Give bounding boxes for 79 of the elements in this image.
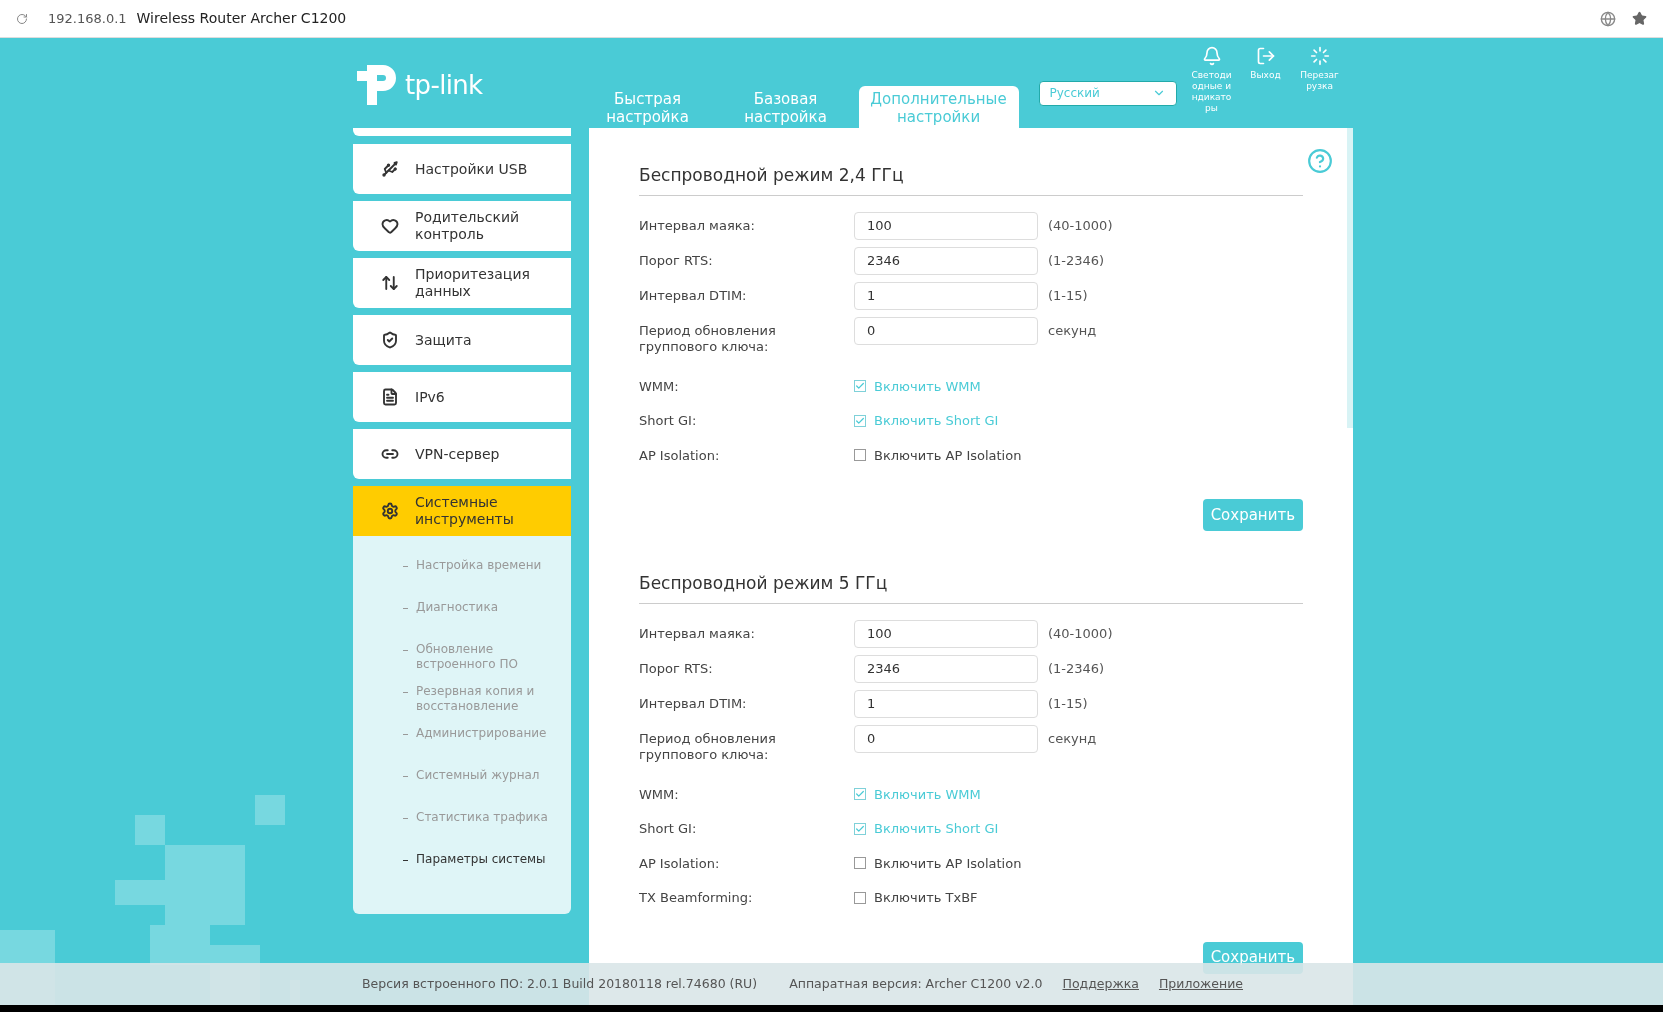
section-title: Беспроводной режим 5 ГГц bbox=[639, 571, 1303, 604]
footer-link[interactable]: Поддержка bbox=[1062, 974, 1139, 994]
reload-icon[interactable] bbox=[16, 12, 28, 25]
field-hint: (1-15) bbox=[1048, 694, 1088, 713]
shield-icon bbox=[381, 331, 399, 349]
gear-icon bbox=[381, 502, 399, 520]
checkbox[interactable] bbox=[854, 414, 866, 427]
field-label: Порог RTS: bbox=[639, 659, 714, 677]
page-title: Wireless Router Archer C1200 bbox=[136, 9, 347, 28]
dash-marker bbox=[403, 860, 408, 861]
field-hint: секунд bbox=[1048, 729, 1097, 748]
spinner-icon bbox=[1309, 46, 1330, 66]
input-field[interactable]: 2346 bbox=[854, 246, 1038, 275]
address-url[interactable]: 192.168.0.1 bbox=[48, 8, 127, 29]
sidebar-item[interactable]: Приоритезация данных bbox=[353, 258, 571, 308]
dash-marker bbox=[403, 734, 408, 735]
input-field[interactable]: 2346 bbox=[854, 654, 1038, 683]
help-icon[interactable] bbox=[1307, 148, 1333, 174]
dash-marker bbox=[403, 692, 408, 693]
logo-text: tp-link bbox=[405, 68, 483, 102]
globe-icon[interactable] bbox=[1600, 10, 1616, 27]
input-field[interactable]: 1 bbox=[854, 689, 1038, 718]
option-label: Short GI: bbox=[639, 412, 698, 430]
checkbox-label[interactable]: Включить AP Isolation bbox=[874, 853, 1022, 873]
checkbox[interactable] bbox=[854, 891, 866, 904]
section-title: Беспроводной режим 2,4 ГГц bbox=[639, 163, 1303, 196]
field-hint: (40-1000) bbox=[1048, 624, 1113, 643]
dash-marker bbox=[403, 566, 408, 567]
submenu-link[interactable]: Параметры системы bbox=[403, 852, 571, 894]
dash-marker bbox=[403, 776, 408, 777]
sidebar-item[interactable]: Родительский контроль bbox=[353, 201, 571, 251]
bookmark-star-icon[interactable] bbox=[1632, 11, 1647, 26]
field-label: Интервал DTIM: bbox=[639, 286, 748, 304]
option-label: WMM: bbox=[639, 377, 680, 396]
field-hint: (1-2346) bbox=[1048, 659, 1105, 678]
sidebar-item[interactable]: Защита bbox=[353, 315, 571, 365]
field-label: Интервал маяка: bbox=[639, 624, 756, 642]
input-field[interactable]: 100 bbox=[854, 211, 1038, 240]
input-field[interactable]: 100 bbox=[854, 619, 1038, 648]
checkbox[interactable] bbox=[854, 380, 866, 393]
option-label: WMM: bbox=[639, 785, 680, 804]
field-label: Порог RTS: bbox=[639, 251, 714, 269]
field-hint: (1-15) bbox=[1048, 286, 1088, 305]
document-icon bbox=[381, 388, 399, 406]
option-label: TX Beamforming: bbox=[639, 889, 754, 907]
sidebar-item[interactable]: IPv6 bbox=[353, 372, 571, 422]
input-field[interactable]: 0 bbox=[854, 316, 1038, 345]
field-hint: (40-1000) bbox=[1048, 216, 1113, 235]
dash-marker bbox=[403, 608, 408, 609]
exit-icon bbox=[1255, 46, 1276, 66]
checkbox-label[interactable]: Включить TxBF bbox=[874, 888, 978, 908]
up-down-arrows-icon bbox=[381, 274, 399, 292]
checkbox[interactable] bbox=[854, 788, 866, 801]
hardware-version: Аппаратная версия: Archer C1200 v2.0 bbox=[789, 974, 1043, 993]
option-label: AP Isolation: bbox=[639, 446, 721, 465]
dash-marker bbox=[403, 650, 408, 651]
sidebar-item[interactable]: Настройки USB bbox=[353, 144, 571, 194]
option-label: Short GI: bbox=[639, 820, 698, 838]
heart-icon bbox=[381, 217, 399, 235]
bell-icon bbox=[1201, 46, 1222, 66]
input-field[interactable]: 1 bbox=[854, 281, 1038, 310]
input-field[interactable]: 0 bbox=[854, 724, 1038, 753]
checkbox[interactable] bbox=[854, 449, 866, 462]
field-label: Интервал маяка: bbox=[639, 216, 756, 234]
checkbox[interactable] bbox=[854, 822, 866, 835]
field-label: Интервал DTIM: bbox=[639, 694, 748, 712]
checkbox-label[interactable]: Включить AP Isolation bbox=[874, 445, 1022, 465]
sidebar-item[interactable]: VPN-сервер bbox=[353, 429, 571, 479]
field-label: Период обновления группового ключа: bbox=[639, 729, 777, 763]
field-hint: (1-2346) bbox=[1048, 251, 1105, 270]
footer-link[interactable]: Приложение bbox=[1158, 974, 1243, 994]
usb-icon bbox=[381, 160, 399, 178]
dash-marker bbox=[403, 818, 408, 819]
sidebar-item[interactable]: Системные инструменты bbox=[353, 486, 571, 536]
field-label: Период обновления группового ключа: bbox=[639, 321, 777, 355]
field-hint: секунд bbox=[1048, 321, 1097, 340]
checkbox[interactable] bbox=[854, 857, 866, 870]
option-label: AP Isolation: bbox=[639, 854, 721, 873]
firmware-version: Версия встроенного ПО: 2.0.1 Build 20180118 rel.74680 (RU) bbox=[362, 974, 758, 993]
